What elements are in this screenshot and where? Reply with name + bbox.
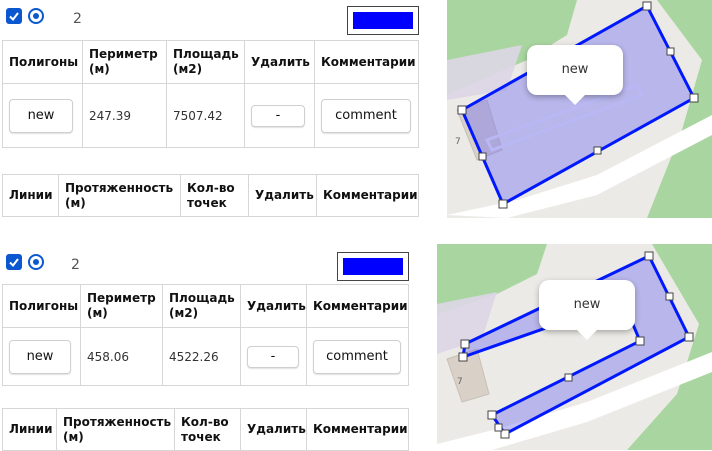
perimeter-value: 458.06 bbox=[80, 327, 163, 386]
map-canvas bbox=[447, 0, 712, 218]
polygon-name-button[interactable]: new bbox=[9, 98, 73, 133]
table-row: new 458.06 4522.26 - comment bbox=[2, 327, 409, 386]
col-length: Протяженность (м) bbox=[58, 174, 181, 217]
col-perimeter: Периметр (м) bbox=[80, 284, 163, 328]
col-comments: Комментарии bbox=[316, 174, 419, 217]
comment-button[interactable]: comment bbox=[313, 339, 401, 374]
active-radio[interactable] bbox=[28, 8, 44, 24]
polygons-table: Полигоны Периметр (м) Площадь (м2) Удали… bbox=[2, 40, 419, 148]
color-swatch-fill bbox=[343, 258, 403, 275]
perimeter-value: 247.39 bbox=[82, 83, 167, 148]
col-delete: Удалить bbox=[240, 284, 307, 328]
table-row: new 247.39 7507.42 - comment bbox=[2, 83, 419, 148]
col-area: Площадь (м2) bbox=[166, 40, 245, 84]
map-view-1[interactable]: new 7 bbox=[447, 0, 712, 218]
col-polygons: Полигоны bbox=[2, 284, 81, 328]
color-picker[interactable] bbox=[347, 6, 419, 35]
map-canvas bbox=[437, 244, 712, 450]
lines-table: Линии Протяженность (м) Кол-во точек Уда… bbox=[2, 408, 409, 451]
panel-toolbar: 2 bbox=[0, 0, 420, 40]
check-icon bbox=[9, 12, 19, 22]
drawing-panel-1: 2 Полигоны Периметр (м) Площадь (м2) Уда… bbox=[0, 0, 420, 218]
house-number: 7 bbox=[457, 377, 463, 387]
comment-button[interactable]: comment bbox=[321, 98, 411, 133]
check-icon bbox=[9, 258, 19, 268]
col-delete: Удалить bbox=[248, 174, 317, 217]
map-view-2[interactable]: new 7 bbox=[437, 244, 712, 450]
panel-toolbar: 2 bbox=[0, 244, 410, 284]
polygon-count: 2 bbox=[73, 11, 82, 27]
delete-button[interactable]: - bbox=[251, 104, 305, 127]
polygon-popup: new bbox=[539, 280, 635, 340]
visibility-checkbox[interactable] bbox=[6, 254, 22, 270]
color-picker[interactable] bbox=[337, 252, 409, 281]
polygon-count: 2 bbox=[71, 257, 80, 273]
delete-button[interactable]: - bbox=[247, 345, 299, 368]
col-delete: Удалить bbox=[244, 40, 315, 84]
area-value: 4522.26 bbox=[162, 327, 241, 386]
drawing-panel-2: 2 Полигоны Периметр (м) Площадь (м2) Уда… bbox=[0, 244, 410, 451]
visibility-checkbox[interactable] bbox=[6, 8, 22, 24]
polygon-name-button[interactable]: new bbox=[9, 339, 71, 374]
col-points-count: Кол-во точек bbox=[174, 408, 241, 451]
col-area: Площадь (м2) bbox=[162, 284, 241, 328]
color-swatch-fill bbox=[353, 12, 413, 29]
active-radio[interactable] bbox=[28, 254, 44, 270]
area-value: 7507.42 bbox=[166, 83, 245, 148]
col-comments: Комментарии bbox=[306, 284, 409, 328]
col-points-count: Кол-во точек bbox=[180, 174, 249, 217]
col-length: Протяженность (м) bbox=[56, 408, 175, 451]
col-lines: Линии bbox=[2, 174, 59, 217]
polygon-popup: new bbox=[527, 45, 623, 105]
col-polygons: Полигоны bbox=[2, 40, 83, 84]
col-perimeter: Периметр (м) bbox=[82, 40, 167, 84]
lines-table: Линии Протяженность (м) Кол-во точек Уда… bbox=[2, 174, 419, 217]
house-number: 7 bbox=[455, 137, 461, 147]
col-delete: Удалить bbox=[240, 408, 307, 451]
col-lines: Линии bbox=[2, 408, 57, 451]
polygons-table: Полигоны Периметр (м) Площадь (м2) Удали… bbox=[2, 284, 409, 386]
col-comments: Комментарии bbox=[314, 40, 419, 84]
col-comments: Комментарии bbox=[306, 408, 409, 451]
